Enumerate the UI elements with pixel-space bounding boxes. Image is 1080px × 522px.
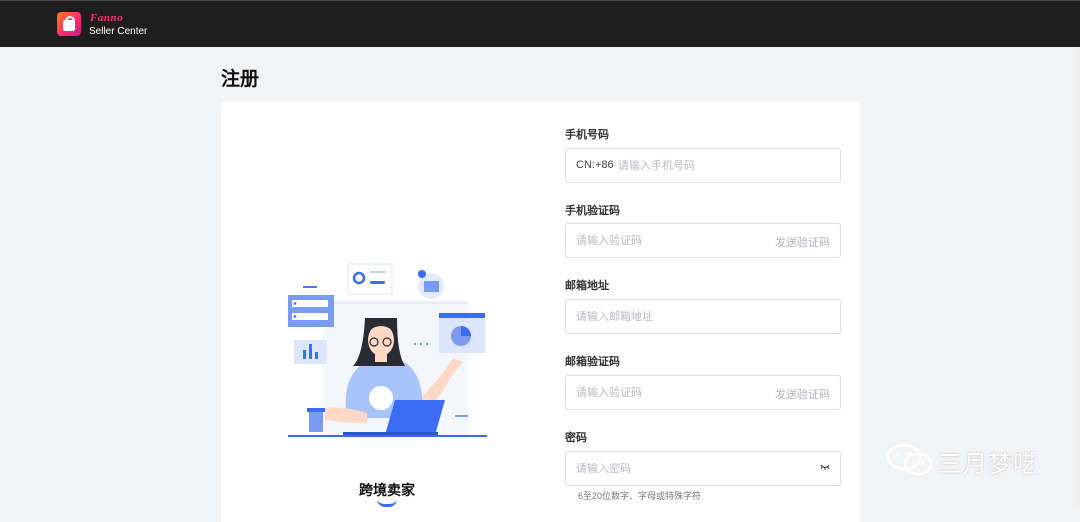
- email-label: 邮箱地址: [565, 280, 609, 292]
- email-input[interactable]: [576, 300, 826, 333]
- watermark-text: 三月梦呓: [938, 450, 1038, 478]
- top-bar: Fanno Seller Center: [0, 0, 1080, 47]
- wechat-icon: [886, 443, 933, 476]
- send-email-code-button[interactable]: 发送验证码: [775, 386, 830, 402]
- country-code-prefix[interactable]: CN:+86: [576, 159, 614, 171]
- password-label: 密码: [565, 432, 587, 444]
- phone-input[interactable]: [618, 149, 828, 182]
- phone-label: 手机号码: [565, 129, 609, 141]
- password-field: [565, 451, 841, 486]
- email-code-label: 邮箱验证码: [565, 356, 620, 368]
- password-input[interactable]: [576, 452, 796, 485]
- send-phone-code-button[interactable]: 发送验证码: [775, 234, 830, 250]
- seller-illustration: [288, 263, 487, 437]
- phone-code-input[interactable]: [576, 224, 756, 257]
- phone-code-field: 发送验证码: [565, 223, 841, 258]
- brand-subtitle: Seller Center: [89, 26, 148, 37]
- phone-code-label: 手机验证码: [565, 205, 620, 217]
- email-code-field: 发送验证码: [565, 375, 841, 410]
- phone-field: CN:+86: [565, 148, 841, 183]
- page-title: 注册: [221, 69, 260, 90]
- email-code-input[interactable]: [576, 376, 756, 409]
- scrollbar[interactable]: [1074, 47, 1080, 507]
- illustration-label: 跨境卖家: [359, 482, 415, 498]
- brand-name: Fanno: [90, 12, 124, 24]
- hide-password-icon[interactable]: [820, 463, 830, 474]
- shopping-bag-logo-icon[interactable]: [57, 12, 81, 36]
- email-field: [565, 299, 841, 334]
- password-hint: 6至20位数字、字母或特殊字符: [578, 491, 702, 501]
